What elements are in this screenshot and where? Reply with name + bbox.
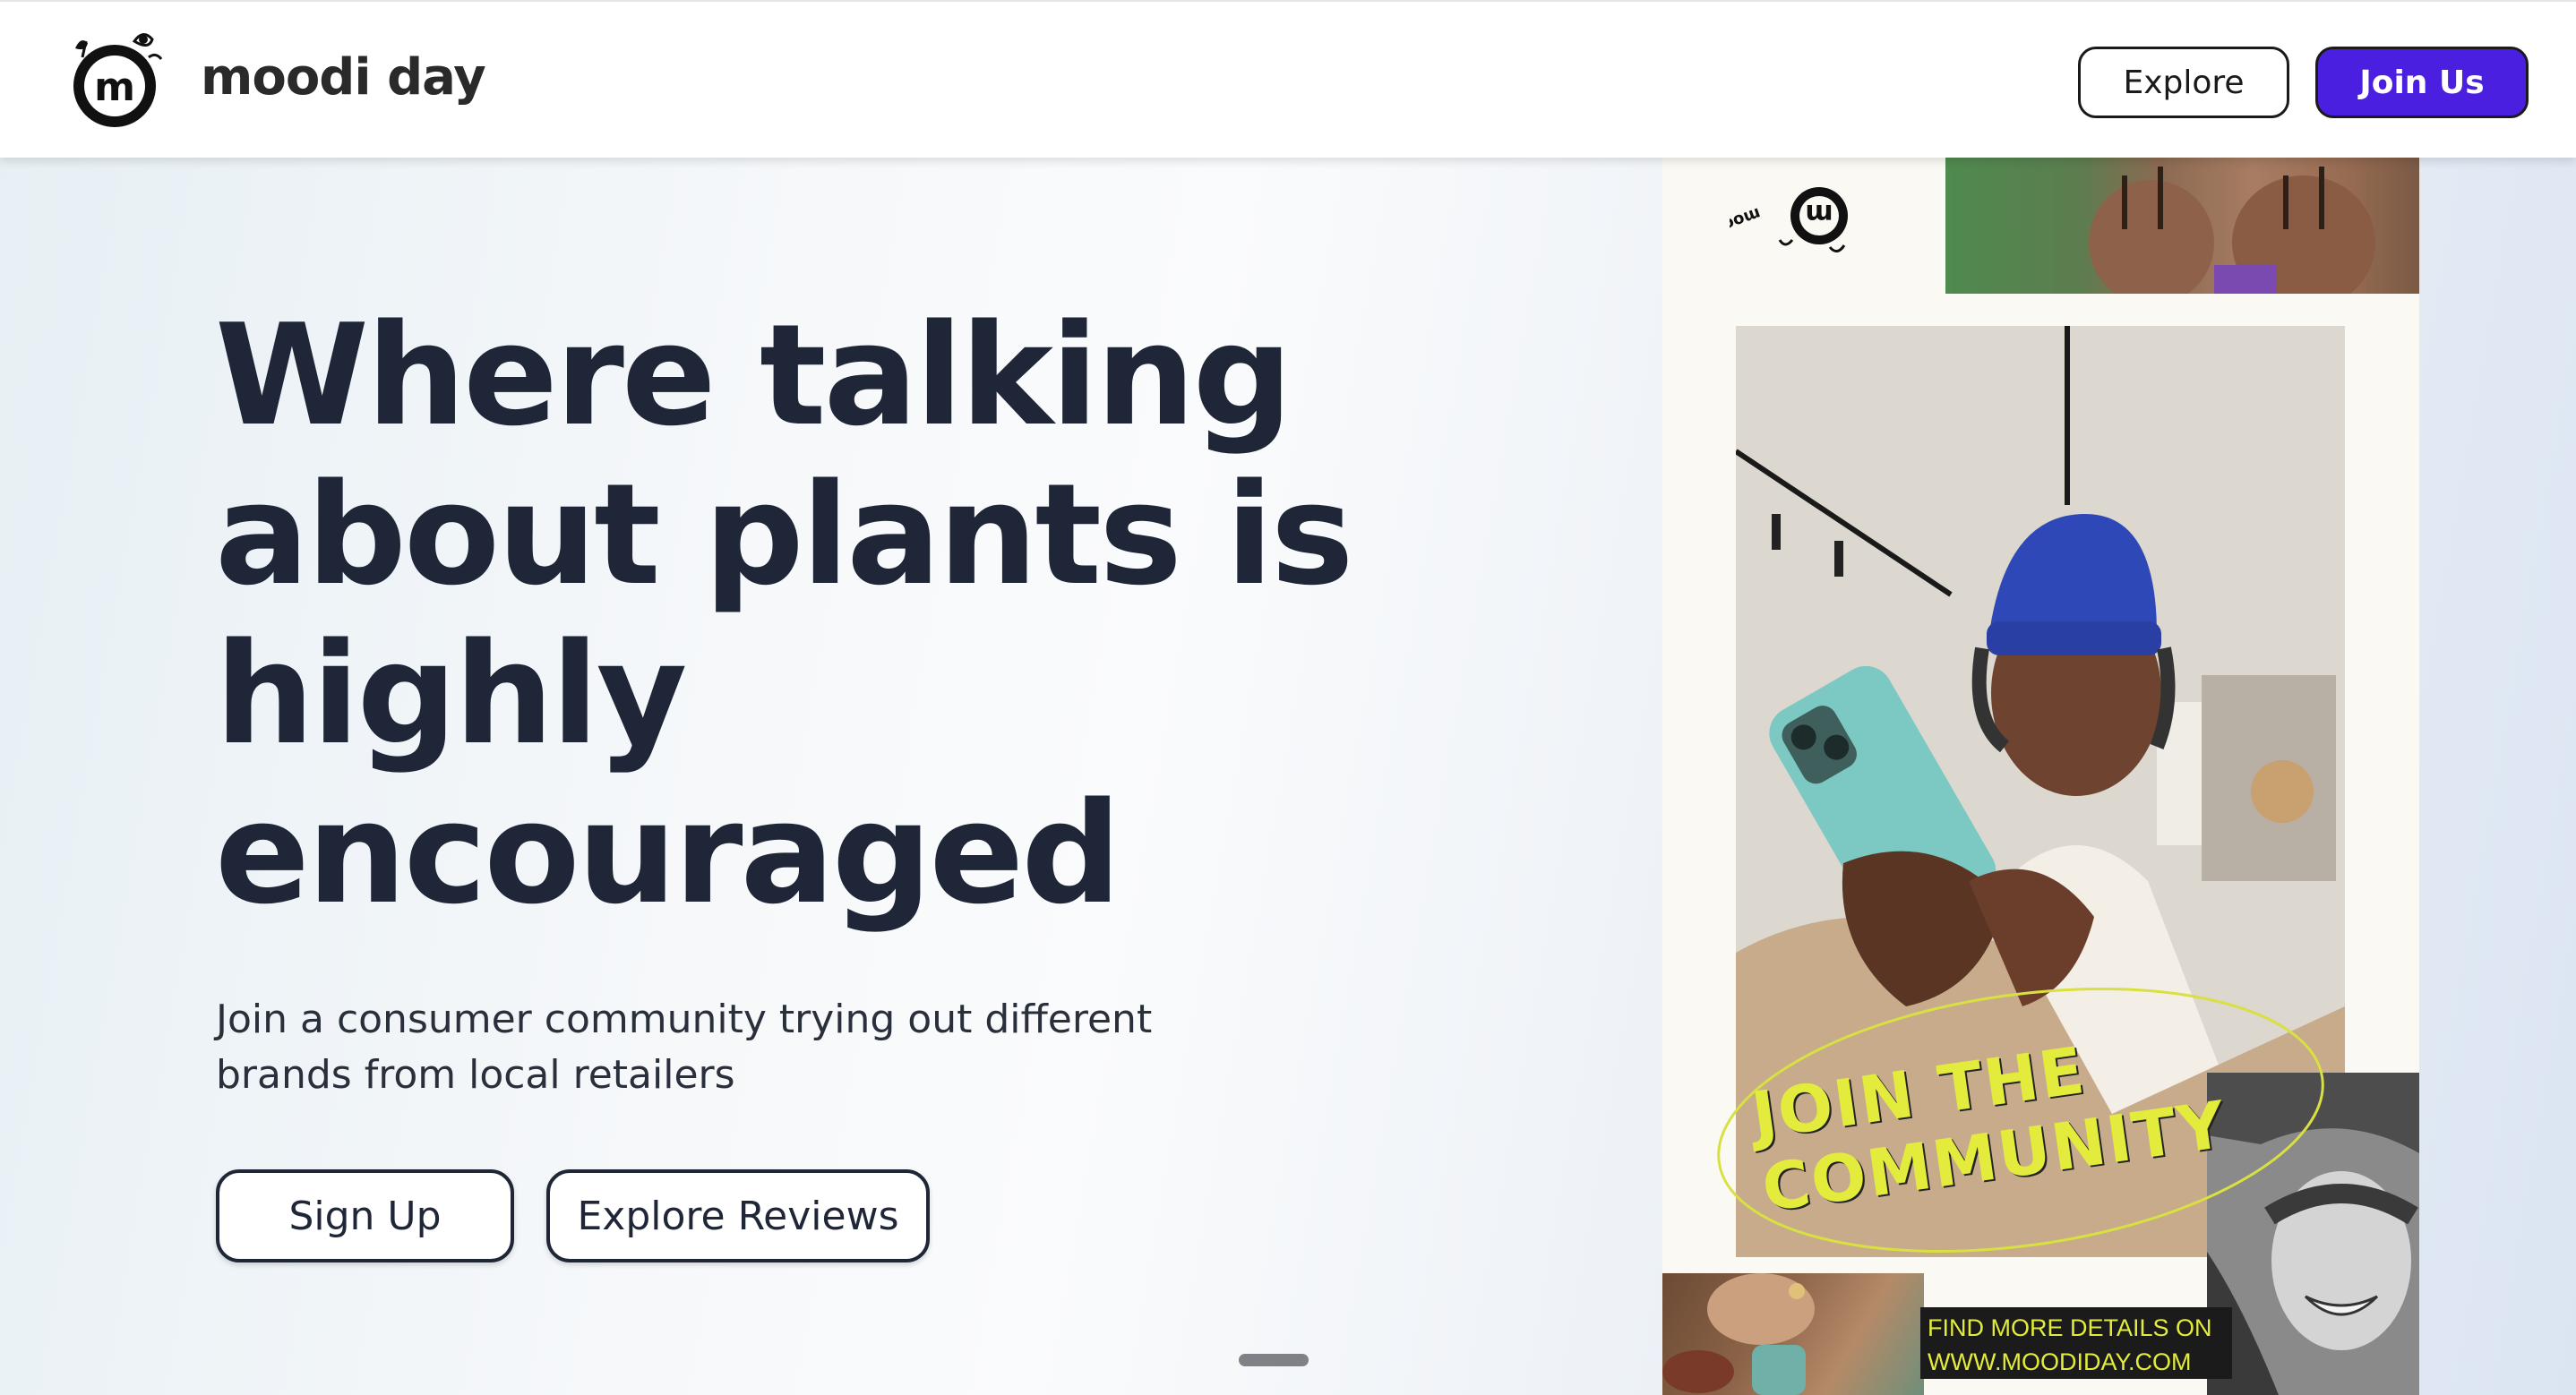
- explore-reviews-button[interactable]: Explore Reviews: [546, 1169, 930, 1262]
- moodi-day-logo-icon[interactable]: m: [63, 21, 167, 133]
- hero-subtitle: Join a consumer community trying out dif…: [216, 997, 1153, 1098]
- svg-text:m: m: [1805, 198, 1833, 229]
- poster-hands-photo: [1945, 158, 2419, 310]
- site-header: m moodi day Explore Join Us: [0, 0, 2576, 158]
- scroll-indicator[interactable]: [1239, 1354, 1309, 1366]
- poster-details-line2: WWW.MOODIDAY.COM: [1928, 1348, 2192, 1375]
- svg-text:m: m: [94, 64, 135, 110]
- community-poster: m moodi day: [1662, 158, 2419, 1395]
- poster-details-box: FIND MORE DETAILS ON WWW.MOODIDAY.COM: [1920, 1307, 2232, 1379]
- poster-bottom-photo: [1662, 1273, 1924, 1395]
- poster-logo-icon: m moodi day: [1730, 187, 1848, 253]
- svg-text:moodi day: moodi day: [1730, 203, 1763, 253]
- poster-details-line1: FIND MORE DETAILS ON: [1928, 1314, 2212, 1341]
- brand-name[interactable]: moodi day: [201, 48, 486, 107]
- hero-title: Where talking about plants is highly enc…: [215, 294, 1354, 935]
- explore-button[interactable]: Explore: [2078, 47, 2289, 118]
- sign-up-button[interactable]: Sign Up: [216, 1169, 514, 1262]
- join-us-button[interactable]: Join Us: [2315, 47, 2529, 118]
